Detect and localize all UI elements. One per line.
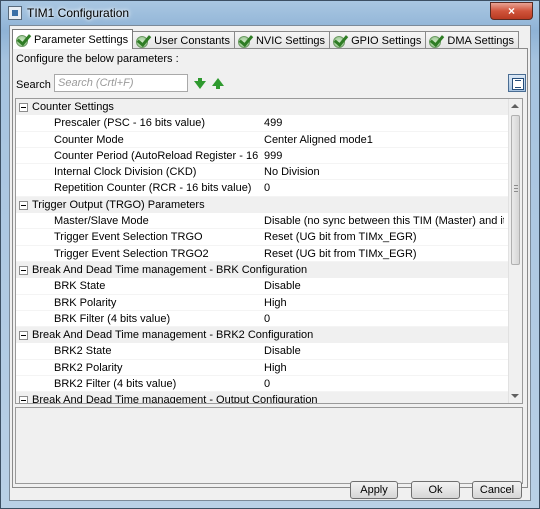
group-title: Break And Dead Time management - BRK Con… [32,263,308,276]
apply-button[interactable]: Apply [350,481,398,499]
parameter-value[interactable]: Disable [264,343,504,359]
group-title: Counter Settings [32,101,114,113]
check-icon [15,33,31,47]
collapse-all-icon[interactable] [212,78,224,90]
tab-user-constants[interactable]: User Constants [132,31,235,49]
parameter-name: BRK Filter (4 bits value) [54,312,171,325]
group-row[interactable]: Counter Settings [16,99,522,116]
tab-label: NVIC Settings [255,34,326,47]
parameter-name: BRK Polarity [54,296,117,309]
parameter-rows: Counter Settings Prescaler (PSC - 16 bits… [16,99,522,404]
check-icon [135,34,151,48]
tab-label: GPIO Settings [351,34,422,47]
parameter-name: Prescaler (PSC - 16 bits value) [54,117,205,130]
close-button[interactable]: × [490,2,533,20]
tab-nvic-settings[interactable]: NVIC Settings [233,31,331,49]
group-row[interactable]: Break And Dead Time management - BRK2 Co… [16,327,522,344]
grip-line [514,188,518,189]
parameter-row[interactable]: Master/Slave Mode Disable (no sync betwee… [16,213,522,230]
group-row[interactable]: Break And Dead Time management - Output … [16,392,522,404]
configure-instructions: Configure the below parameters : [16,53,179,65]
parameter-name: Trigger Event Selection TRGO2 [54,247,209,260]
collapse-icon[interactable] [19,103,28,112]
parameter-name: BRK2 State [54,345,112,358]
parameter-name: BRK State [54,280,106,293]
parameter-value[interactable]: Disable (no sync between this TIM (Maste… [264,213,504,229]
parameter-row[interactable]: BRK2 Filter (4 bits value) 0 [16,376,522,393]
parameter-name: BRK2 Polarity [54,361,123,374]
parameter-name: Master/Slave Mode [54,215,149,228]
group-row[interactable]: Break And Dead Time management - BRK Con… [16,261,522,279]
parameter-row[interactable]: Trigger Event Selection TRGO2 Reset (UG b… [16,246,522,262]
parameter-row[interactable]: Prescaler (PSC - 16 bits value) 499 [16,115,522,132]
parameter-row[interactable]: Counter Mode Center Aligned mode1 [16,132,522,148]
parameter-name: BRK2 Filter (4 bits value) [54,378,177,391]
parameter-row[interactable]: BRK State Disable [16,278,522,295]
search-input[interactable] [54,74,188,92]
configuration-window: TIM1 Configuration × Parameter Settings … [0,0,540,509]
tab-label: DMA Settings [447,34,515,47]
check-icon [428,34,444,48]
parameter-value[interactable]: Disable [264,278,504,294]
parameter-value[interactable]: 0 [264,311,504,327]
parameter-value[interactable]: 0 [264,376,504,392]
parameter-name: Repetition Counter (RCR - 16 bits value) [54,182,252,195]
expand-all-icon[interactable] [194,78,206,90]
parameter-value[interactable]: Reset (UG bit from TIMx_EGR) [264,229,504,245]
tab-parameter-settings[interactable]: Parameter Settings [12,29,134,49]
parameter-name: Counter Mode [54,133,124,146]
collapse-icon[interactable] [19,265,28,275]
parameter-row[interactable]: Repetition Counter (RCR - 16 bits value)… [16,180,522,197]
dialog-body: Parameter Settings User Constants NVIC S… [9,25,531,501]
scrollbar-thumb[interactable] [511,115,520,265]
parameter-name: Trigger Event Selection TRGO [54,231,203,244]
parameter-description-area [15,407,523,484]
collapse-icon[interactable] [19,331,28,341]
scroll-up-arrow-icon[interactable] [511,104,519,108]
view-mode-icon[interactable] [508,74,526,92]
collapse-icon[interactable] [19,200,28,210]
parameter-value[interactable]: High [264,295,504,311]
group-title: Break And Dead Time management - Output … [32,394,318,404]
parameter-row[interactable]: Internal Clock Division (CKD) No Division [16,164,522,181]
parameter-row[interactable]: BRK Filter (4 bits value) 0 [16,311,522,328]
group-title: Break And Dead Time management - BRK2 Co… [32,329,314,342]
tab-label: User Constants [154,34,230,47]
parameter-row[interactable]: Trigger Event Selection TRGO Reset (UG bi… [16,229,522,246]
parameter-value[interactable]: 0 [264,180,504,196]
parameter-value[interactable]: High [264,360,504,376]
parameter-row[interactable]: Counter Period (AutoReload Register - 16… [16,148,522,165]
collapse-icon[interactable] [19,396,28,403]
parameter-row[interactable]: BRK2 Polarity High [16,360,522,377]
window-title: TIM1 Configuration [27,6,130,20]
grip-line [514,191,518,192]
parameter-tree: Counter Settings Prescaler (PSC - 16 bits… [15,98,523,404]
tab-dma-settings[interactable]: DMA Settings [425,31,520,49]
group-row[interactable]: Trigger Output (TRGO) Parameters [16,196,522,214]
parameter-row[interactable]: BRK Polarity High [16,295,522,311]
group-title: Trigger Output (TRGO) Parameters [32,198,205,211]
parameter-name: Counter Period (AutoReload Register - 16… [54,149,262,162]
tab-gpio-settings[interactable]: GPIO Settings [329,31,427,49]
tab-label: Parameter Settings [34,33,129,46]
parameter-settings-panel: Configure the below parameters : Search … [12,48,528,488]
scroll-down-arrow-icon[interactable] [511,394,519,398]
parameter-row[interactable]: BRK2 State Disable [16,343,522,360]
parameter-value[interactable]: No Division [264,164,504,180]
parameter-value[interactable]: Center Aligned mode1 [264,132,504,148]
check-icon [237,34,253,48]
ok-button[interactable]: Ok [411,481,460,499]
cancel-button[interactable]: Cancel [472,481,522,499]
parameter-value[interactable]: 499 [264,115,504,131]
window-icon [8,6,22,20]
search-label: Search : [16,79,57,91]
parameter-name: Internal Clock Division (CKD) [54,166,197,179]
vertical-scrollbar[interactable] [508,99,522,403]
check-icon [332,34,348,48]
tab-bar: Parameter Settings User Constants NVIC S… [12,29,520,49]
title-bar[interactable]: TIM1 Configuration × [1,1,539,25]
grip-line [514,185,518,186]
parameter-value[interactable]: Reset (UG bit from TIMx_EGR) [264,246,504,262]
parameter-value[interactable]: 999 [264,148,504,164]
